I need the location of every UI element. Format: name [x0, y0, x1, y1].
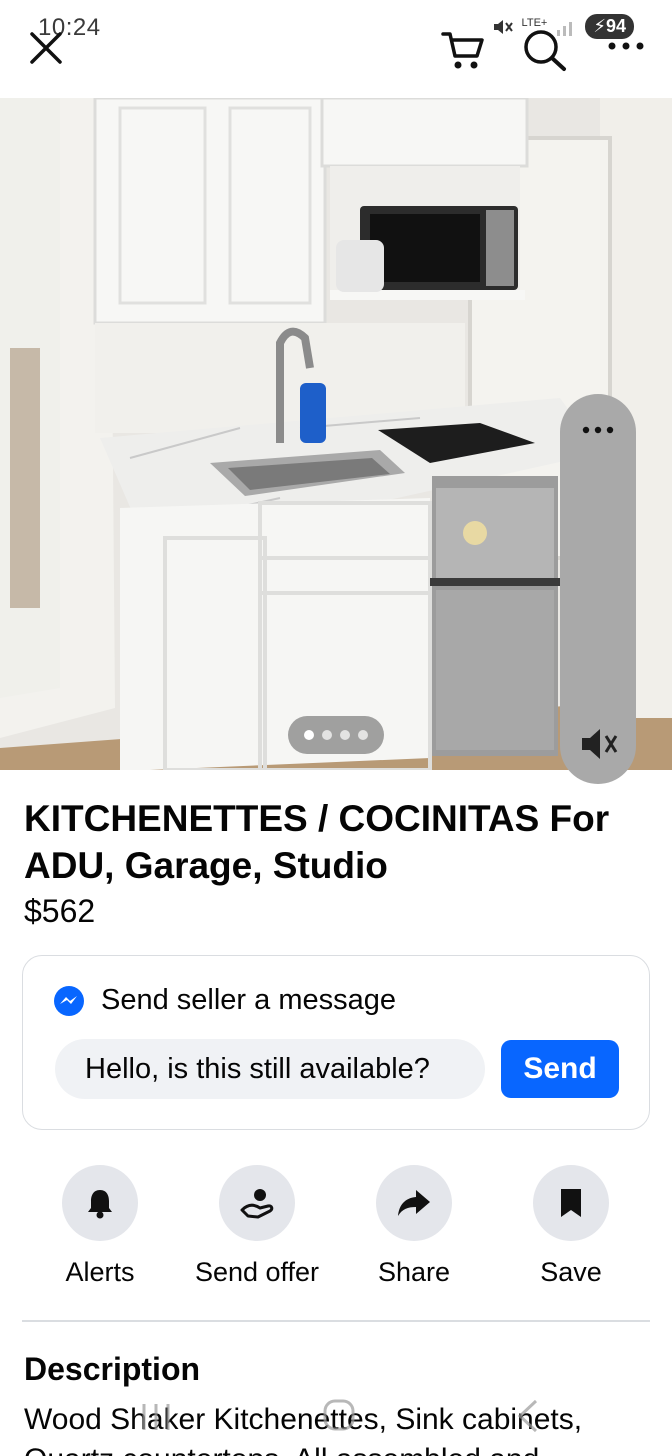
message-seller-card: Send seller a message Hello, is this sti…: [22, 955, 650, 1130]
offer-hand-icon: [240, 1189, 274, 1219]
listing-price: $562: [24, 893, 96, 929]
more-icon[interactable]: [578, 420, 618, 440]
home-icon[interactable]: [322, 1398, 356, 1432]
send-offer-circle[interactable]: [219, 1165, 295, 1241]
pager-dot[interactable]: [304, 730, 314, 740]
send-offer-button[interactable]: Send offer: [177, 1165, 337, 1288]
listing-title: KITCHENETTES / COCINITAS For ADU, Garage…: [24, 798, 610, 886]
share-arrow-icon: [398, 1190, 430, 1216]
share-button[interactable]: Share: [334, 1165, 494, 1288]
system-nav-bar: [0, 1392, 672, 1456]
section-divider: [22, 1320, 650, 1322]
pager-dot[interactable]: [340, 730, 350, 740]
save-label: Save: [540, 1257, 602, 1287]
share-label: Share: [377, 1257, 451, 1287]
description-heading: Description: [24, 1351, 201, 1387]
close-icon[interactable]: [26, 28, 66, 68]
alerts-label: Alerts: [65, 1257, 135, 1287]
pager-dot[interactable]: [322, 730, 332, 740]
bell-icon: [88, 1190, 112, 1219]
message-input[interactable]: Hello, is this still available?: [55, 1039, 485, 1099]
pager-dot[interactable]: [358, 730, 368, 740]
send-offer-label: Send offer: [194, 1257, 320, 1287]
message-header: Send seller a message: [53, 984, 396, 1017]
media-controls-pill: [560, 394, 636, 784]
cart-icon[interactable]: [440, 28, 486, 72]
mute-icon[interactable]: [578, 724, 620, 764]
save-circle[interactable]: [533, 1165, 609, 1241]
bookmark-icon: [561, 1189, 581, 1217]
messenger-icon: [54, 985, 84, 1016]
recent-apps-icon[interactable]: [136, 1400, 176, 1434]
mute-icon: [493, 19, 513, 34]
top-bar: 10:24 LTE+ ⚡94: [0, 0, 672, 98]
alerts-circle[interactable]: [62, 1165, 138, 1241]
search-icon[interactable]: [520, 26, 568, 72]
share-circle[interactable]: [376, 1165, 452, 1241]
send-button[interactable]: Send: [501, 1040, 619, 1098]
message-heading: Send seller a message: [101, 984, 396, 1016]
alerts-button[interactable]: Alerts: [20, 1165, 180, 1288]
save-button[interactable]: Save: [491, 1165, 651, 1288]
action-row: Alerts Send offer Share Save: [0, 1165, 672, 1295]
back-icon[interactable]: [514, 1398, 542, 1434]
more-icon[interactable]: [606, 36, 646, 56]
photo-pager[interactable]: [288, 716, 384, 754]
